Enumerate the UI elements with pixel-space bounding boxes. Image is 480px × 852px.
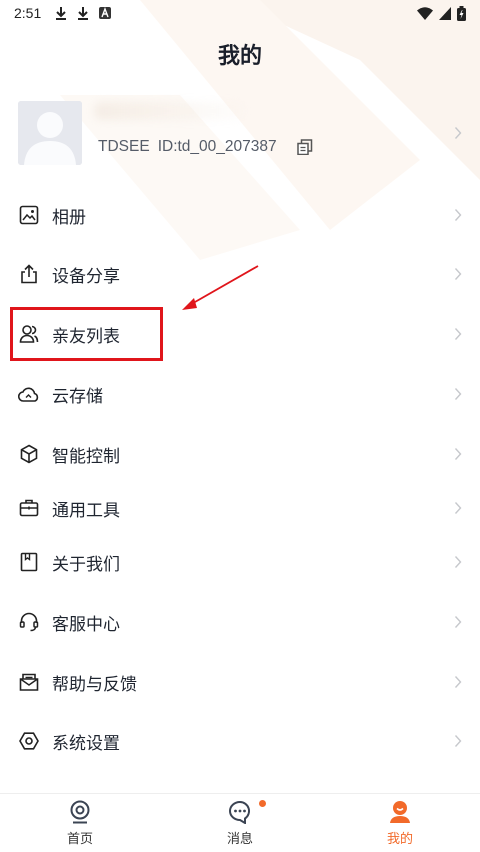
chevron-right-icon	[454, 209, 462, 221]
battery-icon	[457, 5, 466, 21]
download-icon	[78, 7, 89, 20]
app-name: TDSEE	[98, 138, 150, 155]
menu-item-label: 相册	[52, 207, 86, 228]
album-icon	[18, 204, 40, 226]
chevron-right-icon	[454, 556, 462, 568]
chevron-right-icon	[454, 735, 462, 747]
bookmark-icon	[18, 551, 40, 573]
chevron-right-icon	[454, 448, 462, 460]
tab-home[interactable]: 首页	[0, 794, 160, 852]
username-blurred	[94, 102, 244, 120]
tab-profile[interactable]: 我的	[320, 794, 480, 852]
message-icon	[229, 800, 251, 824]
highlight-box	[10, 307, 163, 361]
menu-item-about-us[interactable]: 关于我们	[0, 537, 480, 587]
menu-item-general-tools[interactable]: 通用工具	[0, 483, 480, 533]
avatar[interactable]	[18, 101, 82, 165]
menu-item-customer-service[interactable]: 客服中心	[0, 597, 480, 647]
unread-badge	[259, 800, 266, 807]
menu-item-help-feedback[interactable]: 帮助与反馈	[0, 657, 480, 707]
menu-item-label: 关于我们	[52, 554, 120, 575]
tab-label: 消息	[226, 832, 253, 847]
menu-item-label: 系统设置	[52, 733, 120, 754]
smart-cube-icon	[18, 443, 40, 465]
default-avatar-icon	[18, 101, 82, 165]
cloud-icon	[18, 383, 40, 405]
menu-item-label: 云存储	[52, 386, 103, 407]
copy-icon[interactable]	[296, 139, 313, 155]
download-icon	[56, 7, 67, 20]
menu-item-album[interactable]: 相册	[0, 190, 480, 240]
tab-label: 首页	[66, 832, 93, 847]
chevron-right-icon	[454, 616, 462, 628]
profile-face-icon	[390, 801, 410, 823]
menu-item-smart-control[interactable]: 智能控制	[0, 429, 480, 479]
chevron-right-icon	[454, 676, 462, 688]
menu-item-system-settings[interactable]: 系统设置	[0, 716, 480, 766]
chevron-right-icon	[454, 502, 462, 514]
profile-card[interactable]: TDSEE ID:td_00_207387	[18, 100, 462, 166]
bottom-tab-bar: 首页 消息 我的	[0, 793, 480, 852]
page-title: 我的	[217, 44, 262, 69]
menu-item-label: 智能控制	[52, 446, 120, 467]
tab-label: 我的	[386, 832, 413, 847]
notification-a-icon	[99, 7, 112, 19]
annotation-arrow	[182, 265, 259, 310]
settings-hex-icon	[18, 730, 40, 752]
signal-icon	[439, 6, 451, 20]
camera-icon	[70, 800, 90, 824]
status-bar: 2:51	[0, 0, 480, 26]
share-icon	[18, 263, 40, 285]
chevron-right-icon	[454, 388, 462, 400]
wifi-icon	[417, 6, 433, 20]
toolbox-icon	[18, 497, 40, 519]
menu-item-label: 设备分享	[52, 266, 120, 287]
menu-item-cloud-storage[interactable]: 云存储	[0, 369, 480, 419]
headset-icon	[18, 611, 40, 633]
tab-messages[interactable]: 消息	[160, 794, 320, 852]
account-info: TDSEE ID:td_00_207387	[98, 138, 313, 156]
chevron-right-icon	[454, 127, 462, 139]
chevron-right-icon	[454, 328, 462, 340]
menu-item-label: 客服中心	[52, 614, 120, 635]
user-id: ID:td_00_207387	[157, 138, 277, 155]
feedback-mail-icon	[18, 671, 40, 693]
status-time: 2:51	[14, 5, 42, 21]
menu-item-label: 通用工具	[52, 500, 120, 521]
menu-item-label: 帮助与反馈	[52, 674, 137, 695]
chevron-right-icon	[454, 268, 462, 280]
